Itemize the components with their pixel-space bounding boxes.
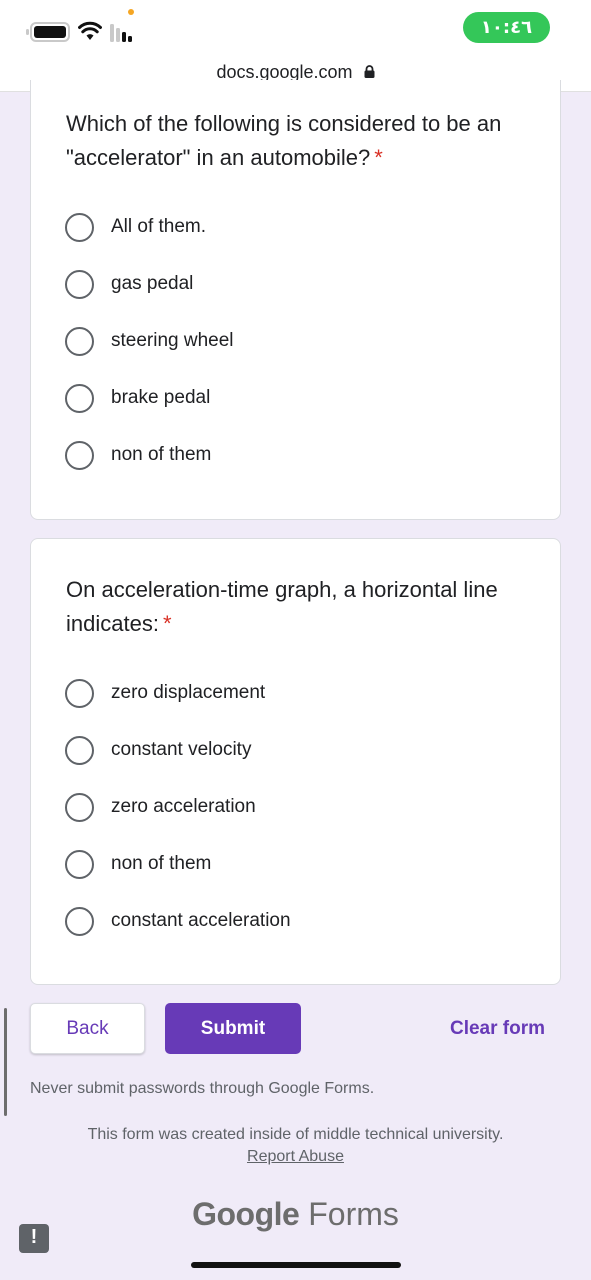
privacy-indicator-dot — [128, 9, 134, 15]
question-card-1: Which of the following is considered to … — [30, 80, 561, 520]
radio-option[interactable]: zero displacement — [65, 677, 515, 709]
question-text: On acceleration-time graph, a horizontal… — [66, 577, 498, 636]
logo-product: Forms — [308, 1196, 399, 1232]
option-label: non of them — [111, 853, 212, 874]
question-card-2: On acceleration-time graph, a horizontal… — [30, 538, 561, 985]
form-origin-note: This form was created inside of middle t… — [87, 1126, 504, 1143]
required-asterisk: * — [162, 611, 172, 636]
radio-button[interactable] — [65, 212, 94, 242]
status-bar: ١٠:٤٦ — [0, 0, 591, 56]
question-text: Which of the following is considered to … — [66, 111, 502, 170]
option-label: zero acceleration — [111, 796, 256, 817]
radio-option[interactable]: zero acceleration — [65, 791, 515, 823]
scroll-indicator — [4, 1008, 7, 1116]
radio-option[interactable]: All of them. — [65, 211, 515, 243]
radio-button[interactable] — [65, 906, 94, 936]
radio-option[interactable]: non of them — [65, 848, 515, 880]
option-label: constant acceleration — [111, 910, 291, 931]
option-label: gas pedal — [111, 273, 194, 294]
radio-button[interactable] — [65, 792, 94, 822]
radio-option[interactable]: non of them — [65, 439, 515, 471]
url-text: docs.google.com — [216, 62, 353, 82]
clear-form-button[interactable]: Clear form — [430, 1003, 565, 1054]
submit-button[interactable]: Submit — [165, 1003, 301, 1054]
radio-button[interactable] — [65, 269, 94, 299]
radio-button[interactable] — [65, 440, 94, 470]
radio-button[interactable] — [65, 383, 94, 413]
option-label: zero displacement — [111, 682, 266, 703]
status-time: ١٠:٤٦ — [463, 12, 550, 43]
battery-icon — [26, 22, 70, 42]
radio-option[interactable]: constant acceleration — [65, 905, 515, 937]
lock-icon — [364, 64, 375, 78]
required-asterisk: * — [374, 145, 383, 170]
radio-option[interactable]: brake pedal — [65, 382, 515, 414]
home-indicator — [191, 1262, 401, 1268]
question-title: Which of the following is considered to … — [66, 107, 536, 175]
report-abuse-link[interactable]: Report Abuse — [0, 1148, 591, 1166]
radio-option[interactable]: constant velocity — [65, 734, 515, 766]
password-warning: Never submit passwords through Google Fo… — [30, 1080, 375, 1097]
cellular-signal-icon — [110, 24, 138, 42]
radio-button[interactable] — [65, 326, 94, 356]
option-label: constant velocity — [111, 739, 252, 760]
wifi-icon — [78, 21, 102, 40]
radio-option[interactable]: gas pedal — [65, 268, 515, 300]
radio-button[interactable] — [65, 849, 94, 879]
option-label: steering wheel — [111, 330, 234, 351]
option-label: All of them. — [111, 216, 207, 237]
option-label: brake pedal — [111, 387, 211, 408]
report-icon[interactable]: ! — [19, 1224, 49, 1253]
back-button[interactable]: Back — [30, 1003, 145, 1054]
google-forms-logo: Google Forms — [0, 1196, 591, 1233]
option-label: non of them — [111, 444, 212, 465]
radio-button[interactable] — [65, 678, 94, 708]
radio-option[interactable]: steering wheel — [65, 325, 515, 357]
logo-brand: Google — [192, 1196, 300, 1232]
radio-button[interactable] — [65, 735, 94, 765]
question-title: On acceleration-time graph, a horizontal… — [66, 573, 536, 641]
